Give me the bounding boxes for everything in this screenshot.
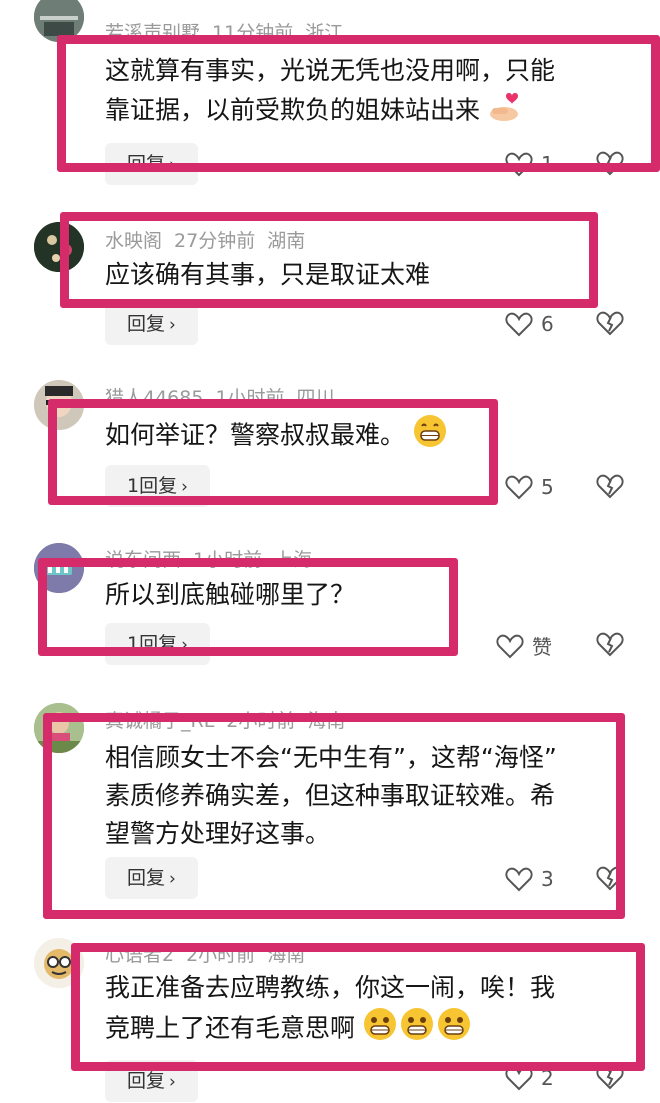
highlight-box — [71, 943, 645, 1071]
heart-icon — [505, 312, 533, 336]
heart-icon — [496, 634, 524, 658]
reply-button[interactable]: 回复 › — [105, 303, 198, 345]
dislike-button[interactable] — [596, 310, 624, 340]
like-button[interactable]: 6 — [505, 310, 554, 337]
broken-heart-icon — [596, 474, 624, 499]
like-button[interactable]: 赞 — [496, 631, 552, 660]
like-button[interactable]: 5 — [505, 473, 554, 500]
broken-heart-icon — [596, 311, 624, 336]
highlight-box — [38, 558, 458, 656]
broken-heart-icon — [596, 632, 624, 657]
dislike-button[interactable] — [596, 473, 624, 503]
heart-icon — [505, 475, 533, 499]
highlight-box — [57, 35, 660, 172]
highlight-box — [48, 399, 498, 505]
dislike-button[interactable] — [596, 631, 624, 661]
highlight-box — [60, 212, 598, 308]
highlight-box — [43, 713, 625, 919]
